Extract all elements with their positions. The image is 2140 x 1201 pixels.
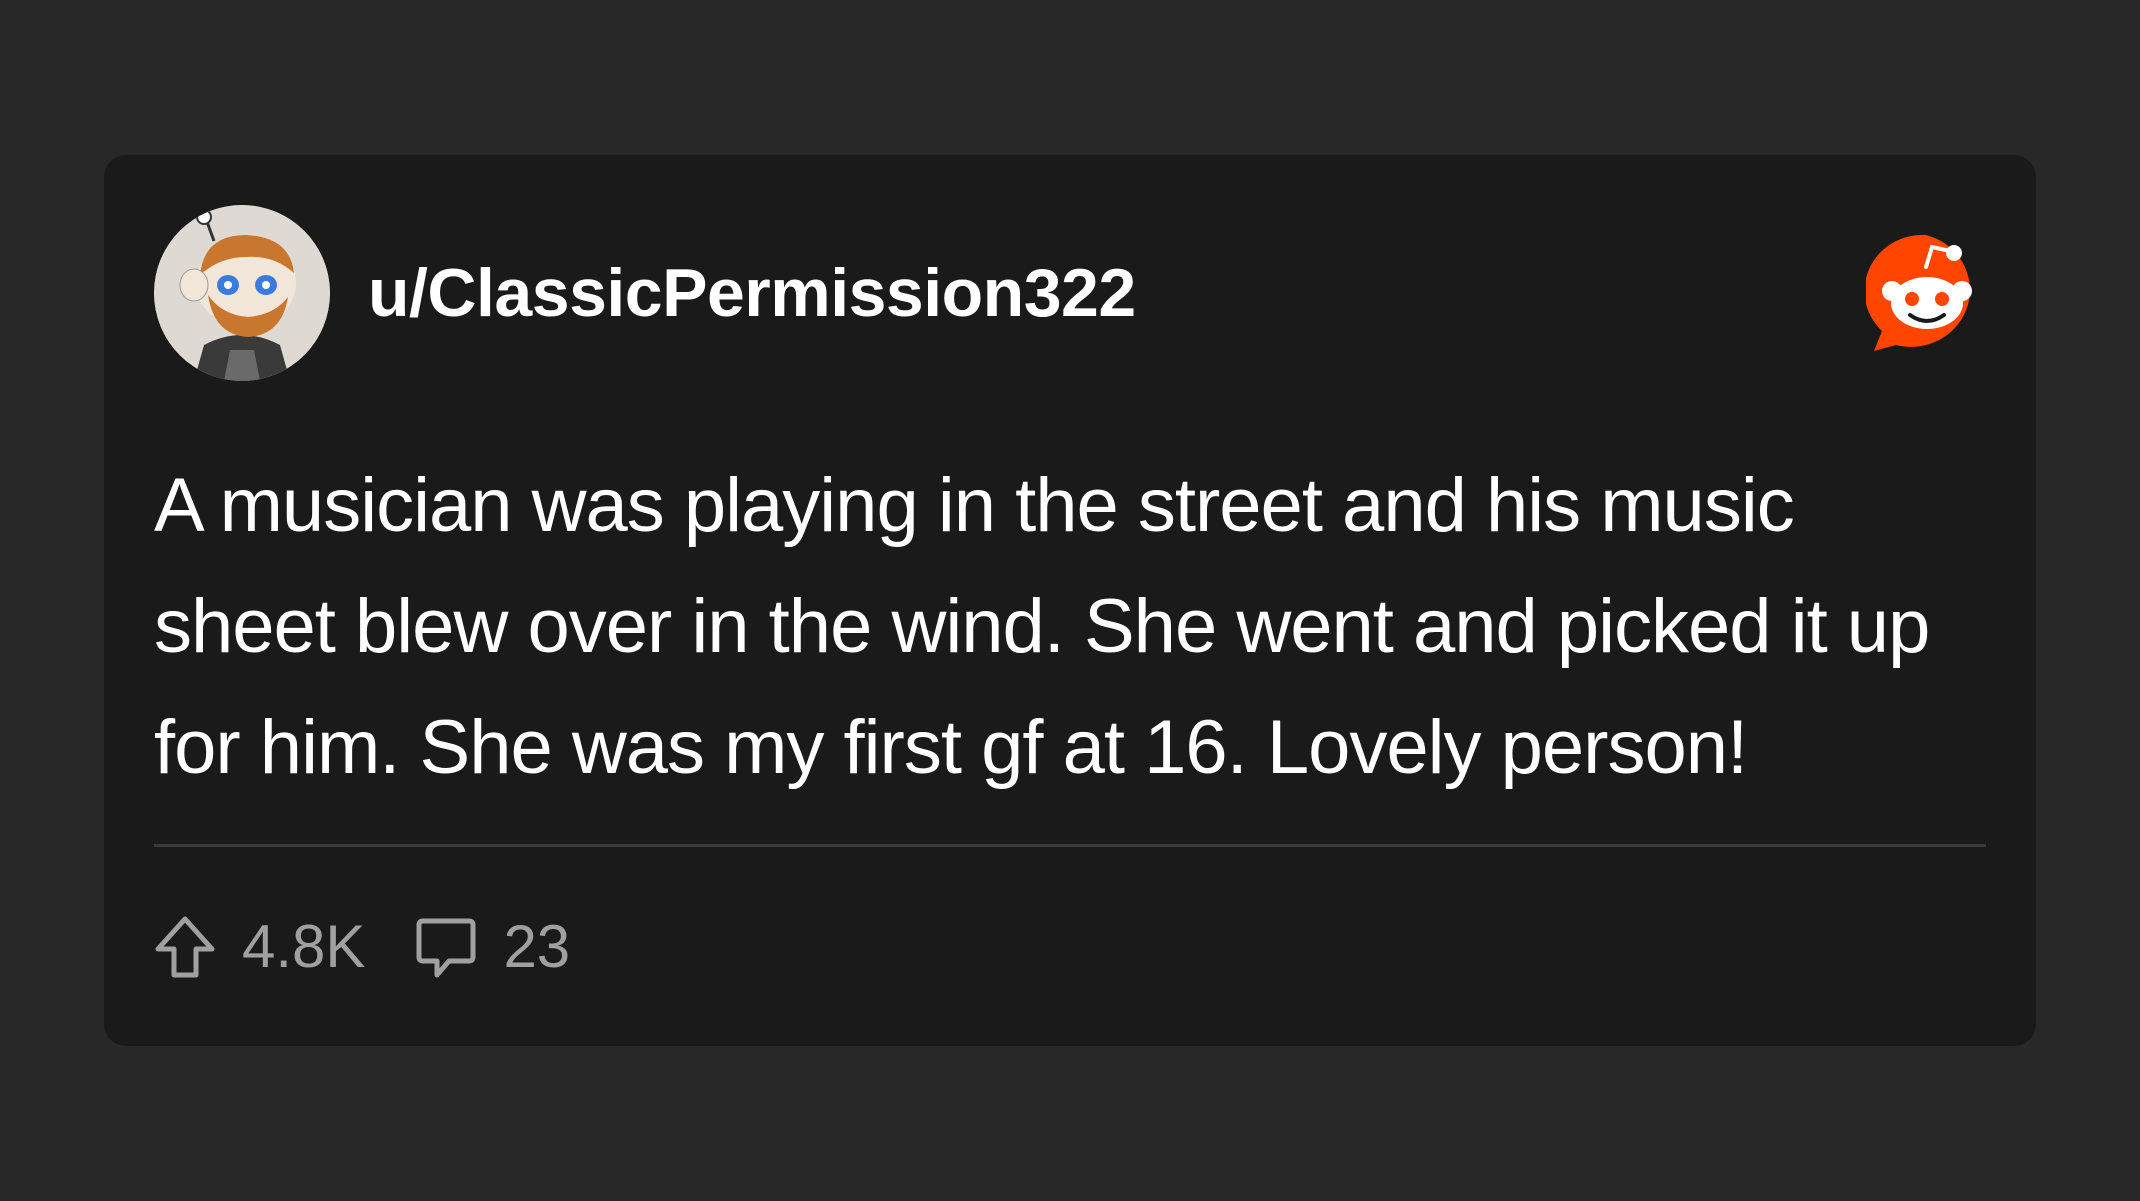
post-card: u/ClassicPermission322 A musician was pl… <box>104 155 2036 1046</box>
upvote-arrow-icon[interactable] <box>154 915 216 979</box>
comment-count: 23 <box>503 913 571 980</box>
upvote-count: 4.8K <box>242 913 366 980</box>
comment-bubble-icon[interactable] <box>415 915 477 979</box>
user-avatar-icon <box>154 205 330 381</box>
post-header: u/ClassicPermission322 <box>154 205 1986 381</box>
reddit-logo-icon[interactable] <box>1864 233 1986 353</box>
avatar[interactable] <box>154 205 330 381</box>
username[interactable]: u/ClassicPermission322 <box>368 253 1136 333</box>
divider <box>154 844 1986 847</box>
post-body: A musician was playing in the street and… <box>154 463 1930 790</box>
post-footer: 4.8K 23 <box>154 907 620 987</box>
